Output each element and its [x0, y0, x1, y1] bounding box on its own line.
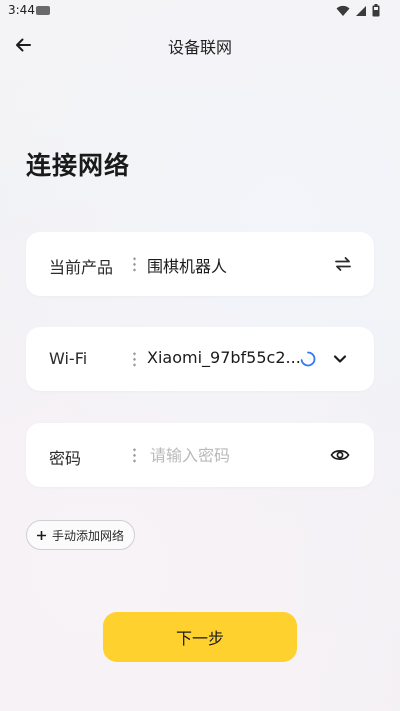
- plus-icon: [37, 530, 46, 540]
- toggle-password-visibility-button[interactable]: [326, 441, 354, 469]
- wifi-loading-indicator: [294, 345, 322, 373]
- chevron-down-icon: [333, 355, 347, 363]
- app-header: 设备联网: [0, 22, 400, 68]
- wifi-signal-icon: [336, 5, 350, 16]
- field-divider: [133, 447, 136, 464]
- password-card: 密码: [26, 423, 374, 487]
- next-step-button[interactable]: 下一步: [103, 612, 297, 662]
- product-value: 围棋机器人: [147, 257, 228, 276]
- wifi-dropdown-button[interactable]: [326, 345, 354, 373]
- password-label: 密码: [49, 449, 82, 468]
- swap-arrows-icon: [335, 257, 351, 271]
- status-bar: 3:44: [0, 0, 400, 22]
- loading-spinner-icon: [300, 351, 316, 367]
- product-card: 当前产品 围棋机器人: [26, 232, 374, 296]
- page-title: 连接网络: [26, 151, 131, 180]
- wifi-card[interactable]: Wi-Fi Xiaomi_97bf55c2...: [26, 327, 374, 391]
- field-divider: [133, 351, 136, 368]
- switch-product-button[interactable]: [329, 250, 357, 278]
- password-input[interactable]: [144, 437, 326, 473]
- cell-signal-icon: [356, 5, 366, 16]
- field-divider: [133, 256, 136, 273]
- status-time: 3:44: [8, 3, 35, 17]
- header-title: 设备联网: [167, 38, 232, 57]
- battery-icon: [372, 4, 380, 17]
- product-label: 当前产品: [49, 258, 114, 277]
- eye-icon: [330, 450, 350, 460]
- wifi-ssid-value: Xiaomi_97bf55c2...: [147, 348, 301, 367]
- notification-icon: [36, 6, 50, 15]
- wifi-label: Wi-Fi: [49, 349, 88, 368]
- next-step-label: 下一步: [175, 629, 224, 648]
- manual-add-network-label: 手动添加网络: [52, 528, 125, 543]
- system-icons: [336, 4, 380, 17]
- manual-add-network-button[interactable]: 手动添加网络: [26, 520, 136, 550]
